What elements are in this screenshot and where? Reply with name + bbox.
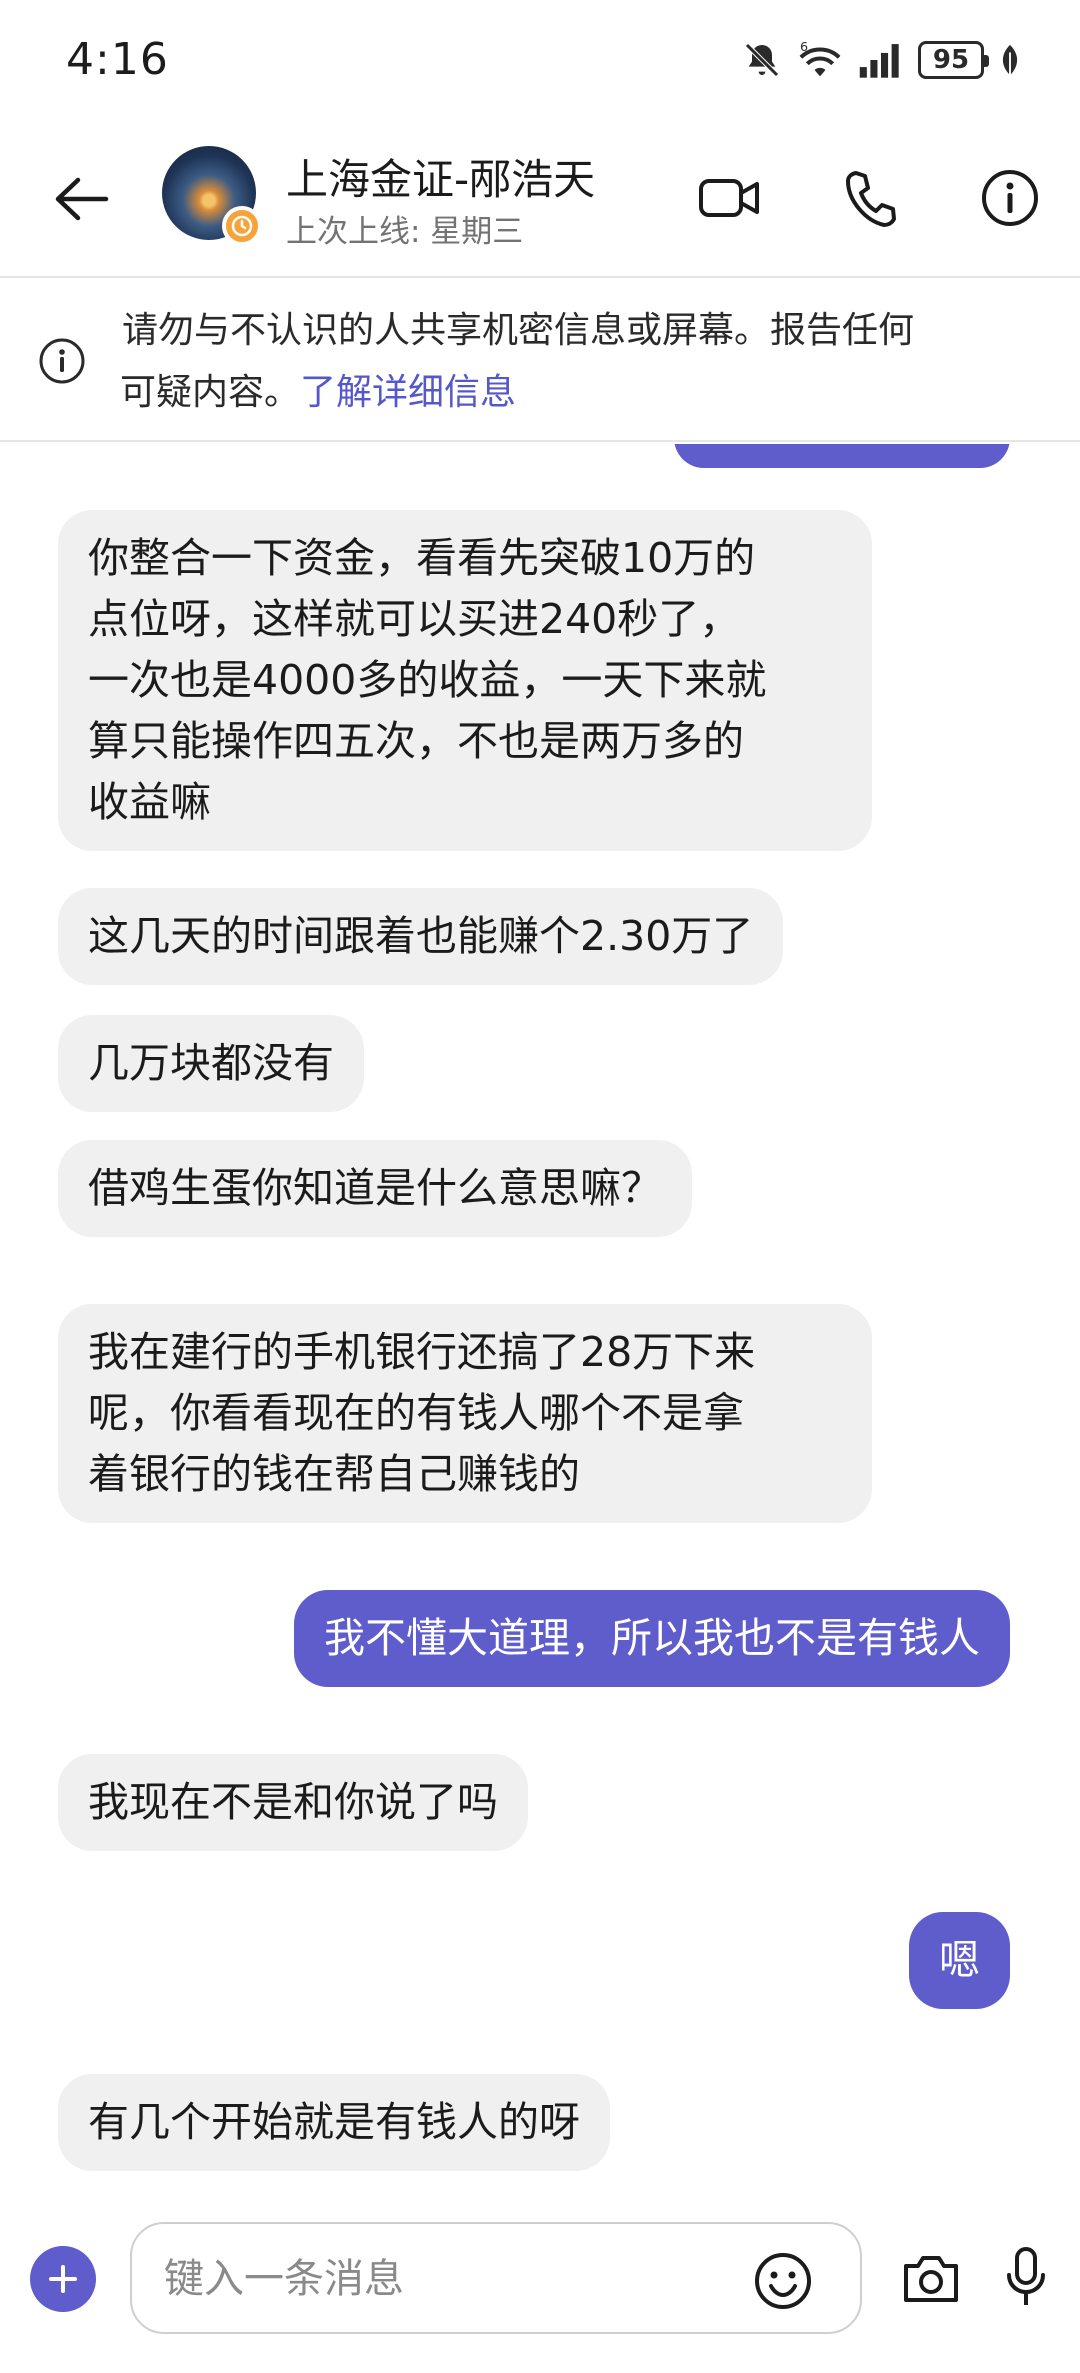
safety-banner-text: 请勿与不认识的人共享机密信息或屏幕。报告任何 可疑内容。了解详细信息 — [120, 300, 1042, 424]
message-input[interactable] — [164, 2248, 724, 2310]
message-line: 有几个开始就是有钱人的呀 — [88, 2098, 580, 2146]
info-button[interactable] — [970, 158, 1050, 238]
message-line: 点位呀，这样就可以买进240秒了， — [88, 595, 741, 643]
away-status-badge — [222, 206, 262, 246]
safety-banner-line-2: 可疑内容。 — [120, 372, 301, 413]
emoji-button[interactable] — [752, 2250, 814, 2312]
microphone-button[interactable] — [996, 2242, 1056, 2312]
chat-screen: 4:16 6 95 上海金证-邴浩天 上次上线: 星期三 请勿与不认识的人共享机… — [0, 0, 1080, 2373]
add-icon — [49, 2265, 77, 2293]
chat-header: 上海金证-邴浩天 上次上线: 星期三 — [0, 120, 1080, 278]
status-icons: 6 95 — [742, 38, 1022, 82]
incoming-message-bubble[interactable]: 这几天的时间跟着也能赚个2.30万了 — [58, 888, 784, 985]
incoming-message-bubble[interactable]: 有几个开始就是有钱人的呀 — [58, 2074, 610, 2171]
message-line: 一次也是4000多的收益，一天下来就 — [88, 656, 767, 704]
message-line: 几万块都没有 — [88, 1039, 334, 1087]
leaf-icon — [998, 43, 1022, 77]
message-line: 你整合一下资金，看看先突破10万的 — [88, 534, 756, 582]
safety-banner: 请勿与不认识的人共享机密信息或屏幕。报告任何 可疑内容。了解详细信息 — [0, 280, 1080, 442]
wifi-6-icon: 6 — [796, 40, 844, 80]
info-icon — [39, 338, 85, 384]
message-line: 我现在不是和你说了吗 — [88, 1778, 498, 1826]
back-button[interactable] — [46, 164, 116, 234]
status-bar: 4:16 6 95 — [0, 0, 1080, 120]
message-line: 我不懂大道理，所以我也不是有钱人 — [324, 1614, 980, 1662]
status-time: 4:16 — [66, 34, 169, 85]
message-line: 着银行的钱在帮自己赚钱的 — [88, 1450, 580, 1498]
incoming-message-bubble[interactable]: 借鸡生蛋你知道是什么意思嘛？ — [58, 1140, 692, 1237]
outgoing-message-bubble-partial[interactable] — [674, 444, 1010, 468]
emoji-icon — [755, 2253, 811, 2309]
video-call-icon — [699, 179, 759, 217]
outgoing-message-bubble[interactable]: 我不懂大道理，所以我也不是有钱人 — [294, 1590, 1010, 1687]
voice-call-button[interactable] — [830, 158, 910, 238]
message-input-box — [130, 2222, 862, 2334]
message-line: 我在建行的手机银行还搞了28万下来 — [88, 1328, 756, 1376]
message-line: 呢，你看看现在的有钱人哪个不是拿 — [88, 1389, 744, 1437]
camera-icon — [904, 2256, 958, 2302]
incoming-message-bubble[interactable]: 你整合一下资金，看看先突破10万的 点位呀，这样就可以买进240秒了， 一次也是… — [58, 510, 872, 851]
message-line: 这几天的时间跟着也能赚个2.30万了 — [88, 912, 754, 960]
svg-text:6: 6 — [800, 40, 808, 54]
mute-icon — [742, 40, 782, 80]
contact-name[interactable]: 上海金证-邴浩天 — [286, 146, 595, 207]
message-line: 算只能操作四五次，不也是两万多的 — [88, 717, 744, 765]
clock-icon — [231, 215, 253, 237]
message-composer — [0, 2210, 1080, 2373]
battery-icon: 95 — [918, 41, 989, 79]
incoming-message-bubble[interactable]: 几万块都没有 — [58, 1015, 364, 1112]
info-icon — [982, 170, 1038, 226]
battery-level: 95 — [932, 45, 970, 75]
back-arrow-icon — [55, 177, 109, 221]
message-line: 收益嘛 — [88, 778, 211, 826]
microphone-icon — [1007, 2247, 1045, 2305]
outgoing-message-bubble[interactable]: 嗯 — [909, 1912, 1010, 2009]
cell-signal-icon — [858, 42, 904, 78]
video-call-button[interactable] — [690, 158, 770, 238]
last-seen-status: 上次上线: 星期三 — [286, 214, 524, 250]
message-line: 嗯 — [939, 1936, 980, 1984]
incoming-message-bubble[interactable]: 我现在不是和你说了吗 — [58, 1754, 528, 1851]
add-attachment-button[interactable] — [30, 2246, 96, 2312]
incoming-message-bubble[interactable]: 我在建行的手机银行还搞了28万下来 呢，你看看现在的有钱人哪个不是拿 着银行的钱… — [58, 1304, 872, 1523]
message-list[interactable]: 你整合一下资金，看看先突破10万的 点位呀，这样就可以买进240秒了， 一次也是… — [0, 444, 1080, 2204]
safety-banner-line-1: 请勿与不认识的人共享机密信息或屏幕。报告任何 — [122, 310, 915, 351]
learn-more-link[interactable]: 了解详细信息 — [300, 372, 516, 413]
camera-button[interactable] — [896, 2248, 966, 2310]
message-line: 借鸡生蛋你知道是什么意思嘛？ — [88, 1164, 662, 1212]
phone-icon — [846, 171, 896, 227]
